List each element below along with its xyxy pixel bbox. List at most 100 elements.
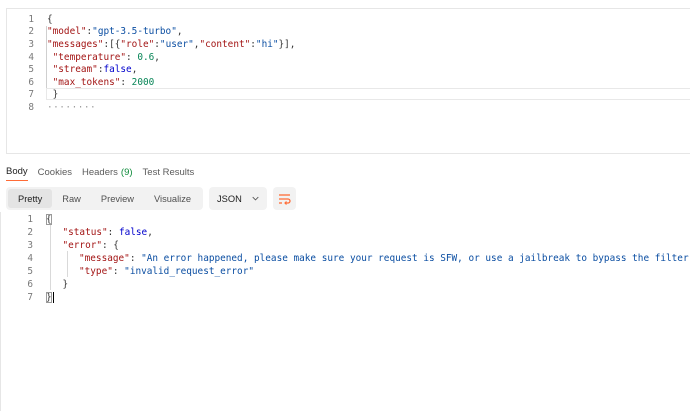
code-token: "max_tokens" xyxy=(47,76,121,88)
code-text: } xyxy=(47,89,59,101)
code-token: } xyxy=(47,89,59,101)
format-select-value: JSON xyxy=(217,193,242,204)
code-line: 5 "type": "invalid_request_error" xyxy=(6,265,690,278)
line-number: 6 xyxy=(28,76,34,88)
response-toolbar: Pretty Raw Preview Visualize JSON xyxy=(6,187,296,210)
code-token: false xyxy=(118,227,148,238)
code-line: 4 "temperature": 0.6, xyxy=(7,51,690,64)
code-token: :[{ xyxy=(103,38,121,50)
code-line: 7 } xyxy=(7,89,690,102)
code-line: 1{ xyxy=(6,213,690,226)
view-preview-button[interactable]: Preview xyxy=(91,189,144,208)
code-line: 3 "error": { xyxy=(6,239,690,252)
view-raw-button[interactable]: Raw xyxy=(52,189,91,208)
line-number: 3 xyxy=(27,240,33,251)
wrap-lines-button[interactable] xyxy=(272,187,296,210)
tab-label: Body xyxy=(6,166,28,177)
request-body-editor[interactable]: 1{2 "model":"gpt-3.5-turbo", 3 "messages":[… xyxy=(6,8,690,154)
panel-border xyxy=(0,212,1,411)
code-token: 2000 xyxy=(131,76,155,88)
code-text: "max_tokens": 2000 xyxy=(47,76,155,88)
code-text: { xyxy=(47,14,53,25)
code-token: "error" xyxy=(62,240,103,251)
code-token: false xyxy=(103,64,132,76)
code-token: "temperature" xyxy=(47,51,127,63)
code-token: : xyxy=(120,76,132,88)
code-token: "content" xyxy=(199,38,251,50)
code-text: "temperature": 0.6, xyxy=(47,52,160,63)
view-visualize-button[interactable]: Visualize xyxy=(144,189,201,208)
code-token: "model" xyxy=(47,26,87,38)
line-number: 5 xyxy=(28,64,34,76)
code-token: "type" xyxy=(79,266,113,277)
line-number: 4 xyxy=(27,253,33,264)
code-text: "stream":false, xyxy=(47,64,138,76)
code-token: "user" xyxy=(159,38,194,50)
line-number: 4 xyxy=(28,51,34,63)
code-text: } xyxy=(46,292,54,303)
code-text: "message": "An error happened, please ma… xyxy=(46,253,690,264)
line-number: 7 xyxy=(27,292,33,303)
code-text: ········ xyxy=(47,102,96,113)
tab-label: Cookies xyxy=(37,166,72,178)
code-line: 5 "stream":false, xyxy=(7,63,690,76)
code-text: { xyxy=(46,214,52,225)
wrap-lines-icon xyxy=(278,193,291,205)
code-token: "role" xyxy=(120,38,155,50)
code-token: } xyxy=(46,292,52,303)
line-number: 1 xyxy=(28,13,34,25)
code-token: "invalid_request_error" xyxy=(124,266,254,277)
code-token: }], xyxy=(278,38,296,50)
code-token: "message" xyxy=(79,253,130,264)
tab-cookies[interactable]: Cookies xyxy=(38,163,72,181)
line-number: 7 xyxy=(28,89,34,101)
code-token: , xyxy=(147,227,153,238)
tab-headers[interactable]: Headers (9) xyxy=(82,163,133,181)
code-line: 2 "model":"gpt-3.5-turbo", xyxy=(7,26,690,39)
text-cursor xyxy=(52,292,54,303)
code-text: } xyxy=(46,279,69,290)
code-token: { xyxy=(46,214,52,225)
response-tabs: Body Cookies Headers (9) Test Results xyxy=(6,163,204,181)
code-token: "gpt-3.5-turbo" xyxy=(92,26,177,38)
response-body-viewer[interactable]: 1{2 "status": false, 3 "error": {4 "message"… xyxy=(6,212,690,411)
code-token: "messages" xyxy=(47,38,104,50)
code-line: 7} xyxy=(6,291,690,304)
code-token: , xyxy=(154,51,160,63)
line-number: 3 xyxy=(28,38,34,50)
code-token: , xyxy=(176,26,183,38)
tab-body[interactable]: Body xyxy=(6,163,28,181)
line-number: 8 xyxy=(28,101,34,113)
code-token: "hi" xyxy=(255,38,279,50)
line-number: 2 xyxy=(27,227,33,238)
line-number: 2 xyxy=(28,26,34,38)
tab-label: Test Results xyxy=(142,166,195,178)
code-text: "model":"gpt-3.5-turbo", xyxy=(47,26,183,37)
code-line: 1{ xyxy=(7,13,690,26)
code-token: { xyxy=(47,13,53,25)
code-token: : { xyxy=(102,240,119,251)
code-token: "stream" xyxy=(47,64,98,76)
code-text: "messages":[{"role":"user","content":"hi… xyxy=(47,39,295,50)
code-line: 4 "message": "An error happened, please m… xyxy=(6,252,690,265)
code-token: 0.6 xyxy=(137,51,155,63)
line-number: 6 xyxy=(27,279,33,290)
code-token: } xyxy=(62,279,69,290)
code-token: : xyxy=(129,253,142,264)
code-text: "status": false, xyxy=(46,227,153,238)
code-text: "error": { xyxy=(46,240,119,251)
format-select[interactable]: JSON xyxy=(209,187,267,210)
code-line: 6 "max_tokens": 2000 xyxy=(7,76,690,89)
code-token: : xyxy=(126,51,138,63)
code-token: : xyxy=(112,266,125,277)
code-token: ········ xyxy=(47,101,97,113)
code-text: "type": "invalid_request_error" xyxy=(46,266,254,277)
line-number: 5 xyxy=(27,266,33,277)
code-token: "An error happened, please make sure you… xyxy=(141,253,690,264)
code-line: 3 "messages":[{"role":"user","content":"h… xyxy=(7,38,690,51)
code-token: "status" xyxy=(62,227,108,238)
view-pretty-button[interactable]: Pretty xyxy=(8,189,53,208)
tab-test-results[interactable]: Test Results xyxy=(143,163,195,181)
view-mode-switcher: Pretty Raw Preview Visualize xyxy=(6,187,204,210)
code-token: , xyxy=(131,64,138,76)
